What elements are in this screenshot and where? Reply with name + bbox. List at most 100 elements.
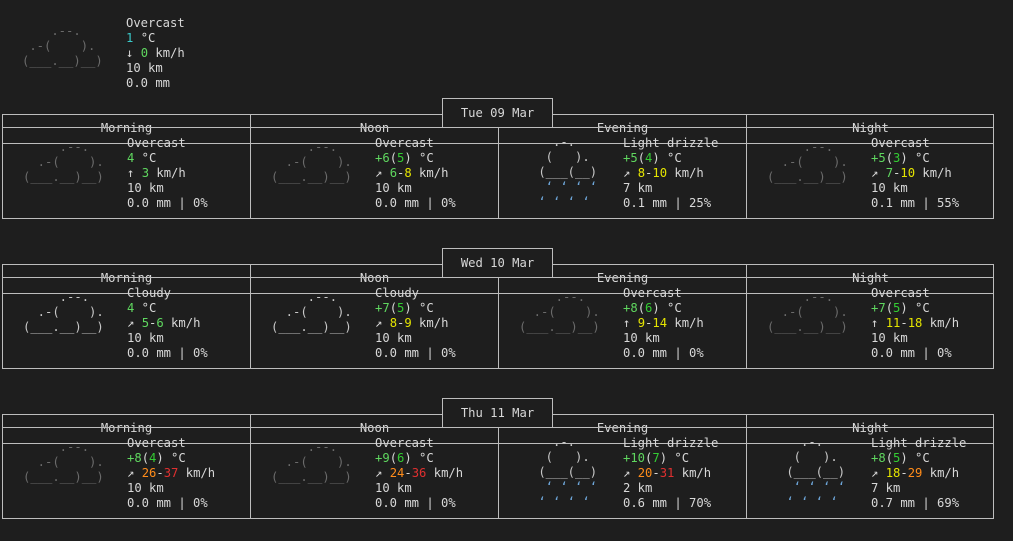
forecast-details: Overcast +9(6) °C ↗ 24-36 km/h 10 km 0.0 mm … — [375, 436, 463, 511]
forecast-details: Light drizzle +10(7) °C ↗ 20-31 km/h 2 km 0.… — [623, 436, 718, 511]
forecast-details: Overcast +6(5) °C ↗ 6-8 km/h 10 km 0.0 mm | … — [375, 136, 456, 211]
forecast-cell: .-. ( ). (___(__) ʻ ʻ ʻ ʻ ʻ ʻ ʻ ʻ Light d… — [747, 428, 994, 518]
current-temp: 1 °C — [126, 31, 155, 46]
precipitation: 0.0 mm | 0% — [375, 496, 456, 510]
day-forecast: Morning Noon Evening Night .--. .-( ). (___… — [2, 398, 994, 520]
condition-label: Cloudy — [127, 286, 172, 300]
condition-label: Overcast — [623, 286, 682, 300]
precipitation: 0.7 mm | 69% — [871, 496, 960, 510]
visibility: 7 km — [871, 481, 901, 495]
current-wind: ↓ 0 km/h — [126, 46, 185, 61]
temperature: +10(7) °C — [623, 451, 690, 465]
current-visibility: 10 km — [126, 61, 163, 75]
wind-arrow-icon: ↗ — [871, 166, 879, 180]
forecast-cell: .--. .-( ). (___.__)__) Overcast +9(6) °C ↗… — [251, 428, 498, 518]
overcast-cloud-icon: .--. .-( ). (___.__)__) — [767, 290, 848, 334]
temperature: +8(6) °C — [623, 301, 682, 315]
overcast-cloud-icon: .--. .-( ). (___.__)__) — [23, 440, 104, 484]
wind-arrow-icon: ↗ — [375, 466, 383, 480]
wind: ↗ 20-31 km/h — [623, 466, 712, 480]
wind: ↗ 26-37 km/h — [127, 466, 216, 480]
forecast-cell: .-. ( ). (___(__) ʻ ʻ ʻ ʻ ʻ ʻ ʻ ʻ Light d… — [499, 428, 746, 518]
wind-arrow-icon: ↗ — [127, 316, 135, 330]
forecast-details: Cloudy 4 °C ↗ 5-6 km/h 10 km 0.0 mm | 0% — [127, 286, 208, 361]
precipitation: 0.0 mm | 0% — [375, 196, 456, 210]
day-forecast: Morning Noon Evening Night .--. .-( ). (___… — [2, 98, 994, 220]
condition-label: Overcast — [375, 136, 434, 150]
precipitation: 0.0 mm | 0% — [871, 346, 952, 360]
forecast-details: Overcast +8(4) °C ↗ 26-37 km/h 10 km 0.0 mm … — [127, 436, 215, 511]
overcast-cloud-icon: .--. .-( ). (___.__)__) — [271, 140, 352, 184]
current-conditions: .--. .-( ). (___.__)__) Overcast 1 °C ↓ … — [0, 0, 260, 100]
temperature: +8(5) °C — [871, 451, 930, 465]
temperature: +7(5) °C — [375, 301, 434, 315]
visibility: 10 km — [871, 331, 908, 345]
condition-label: Overcast — [375, 436, 434, 450]
current-condition: Overcast — [126, 16, 185, 30]
condition-label: Overcast — [127, 436, 186, 450]
forecast-details: Overcast 4 °C ↑ 3 km/h 10 km 0.0 mm | 0% — [127, 136, 208, 211]
forecast-row: .--. .-( ). (___.__)__) Cloudy 4 °C ↗ 5-6 k… — [2, 277, 994, 369]
date-label: Thu 11 Mar — [442, 398, 553, 428]
wind: ↗ 18-29 km/h — [871, 466, 960, 480]
forecast-cell: .--. .-( ). (___.__)__) Overcast +5(3) °C ↗… — [747, 128, 994, 218]
wind-arrow-icon: ↗ — [623, 466, 631, 480]
overcast-cloud-icon: .--. .-( ). (___.__)__) — [22, 24, 103, 68]
temperature: +6(5) °C — [375, 151, 434, 165]
overcast-cloud-icon: .--. .-( ). (___.__)__) — [271, 440, 352, 484]
forecast-details: Overcast +7(5) °C ↑ 11-18 km/h 10 km 0.0 mm … — [871, 286, 959, 361]
precipitation: 0.0 mm | 0% — [127, 496, 208, 510]
wind: ↗ 24-36 km/h — [375, 466, 464, 480]
wind-arrow-icon: ↗ — [375, 316, 383, 330]
cloud-icon: .--. .-( ). (___.__)__) — [271, 290, 352, 334]
forecast-cell: .--. .-( ). (___.__)__) Overcast +8(6) °C ↑… — [499, 278, 746, 368]
precipitation: 0.0 mm | 0% — [127, 346, 208, 360]
forecast-details: Light drizzle +8(5) °C ↗ 18-29 km/h 7 km 0.7… — [871, 436, 966, 511]
temperature: +5(3) °C — [871, 151, 930, 165]
drizzle-icon: .-. ( ). (___(__) ʻ ʻ ʻ ʻ ʻ ʻ ʻ ʻ — [538, 135, 598, 209]
cloud-icon: .--. .-( ). (___.__)__) — [23, 290, 104, 334]
wind-arrow-icon: ↑ — [127, 166, 135, 180]
forecast-cell: .--. .-( ). (___.__)__) Overcast +8(4) °C ↗… — [3, 428, 250, 518]
precipitation: 0.0 mm | 0% — [375, 346, 456, 360]
current-wind-value: 0 — [140, 46, 149, 60]
forecast-cell: .--. .-( ). (___.__)__) Cloudy 4 °C ↗ 5-6 k… — [3, 278, 250, 368]
condition-label: Overcast — [127, 136, 186, 150]
visibility: 10 km — [127, 181, 164, 195]
overcast-cloud-icon: .--. .-( ). (___.__)__) — [23, 140, 104, 184]
drizzle-icon: .-. ( ). (___(__) ʻ ʻ ʻ ʻ ʻ ʻ ʻ ʻ — [786, 435, 846, 509]
forecast-details: Cloudy +7(5) °C ↗ 8-9 km/h 10 km 0.0 mm | 0% — [375, 286, 456, 361]
temperature: +5(4) °C — [623, 151, 682, 165]
visibility: 10 km — [127, 331, 164, 345]
wind-arrow-icon: ↗ — [127, 466, 135, 480]
condition-label: Light drizzle — [623, 436, 719, 450]
forecast-cell: .--. .-( ). (___.__)__) Overcast 4 °C ↑ 3 k… — [3, 128, 250, 218]
forecast-row: .--. .-( ). (___.__)__) Overcast +8(4) °C ↗… — [2, 427, 994, 519]
overcast-cloud-icon: .--. .-( ). (___.__)__) — [519, 290, 600, 334]
temperature: 4 °C — [127, 301, 157, 315]
visibility: 2 km — [623, 481, 653, 495]
wind: ↗ 8-9 km/h — [375, 316, 449, 330]
forecast-details: Overcast +8(6) °C ↑ 9-14 km/h 10 km 0.0 mm |… — [623, 286, 704, 361]
forecast-cell: .--. .-( ). (___.__)__) Overcast +6(5) °C ↗… — [251, 128, 498, 218]
condition-label: Cloudy — [375, 286, 420, 300]
visibility: 10 km — [127, 481, 164, 495]
visibility: 10 km — [375, 181, 412, 195]
date-label: Tue 09 Mar — [442, 98, 553, 128]
temperature: 4 °C — [127, 151, 157, 165]
wind: ↑ 11-18 km/h — [871, 316, 960, 330]
forecast-row: .--. .-( ). (___.__)__) Overcast 4 °C ↑ 3 k… — [2, 127, 994, 219]
wind-arrow-icon: ↓ — [126, 46, 134, 60]
precipitation: 0.1 mm | 25% — [623, 196, 712, 210]
condition-label: Overcast — [871, 136, 930, 150]
current-temp-unit: °C — [140, 31, 156, 45]
date-label: Wed 10 Mar — [442, 248, 553, 278]
wind: ↗ 6-8 km/h — [375, 166, 449, 180]
visibility: 10 km — [375, 331, 412, 345]
overcast-cloud-icon: .--. .-( ). (___.__)__) — [767, 140, 848, 184]
visibility: 10 km — [375, 481, 412, 495]
day-forecast: Morning Noon Evening Night .--. .-( ). (___… — [2, 248, 994, 370]
condition-label: Overcast — [871, 286, 930, 300]
visibility: 10 km — [871, 181, 908, 195]
precipitation: 0.1 mm | 55% — [871, 196, 960, 210]
